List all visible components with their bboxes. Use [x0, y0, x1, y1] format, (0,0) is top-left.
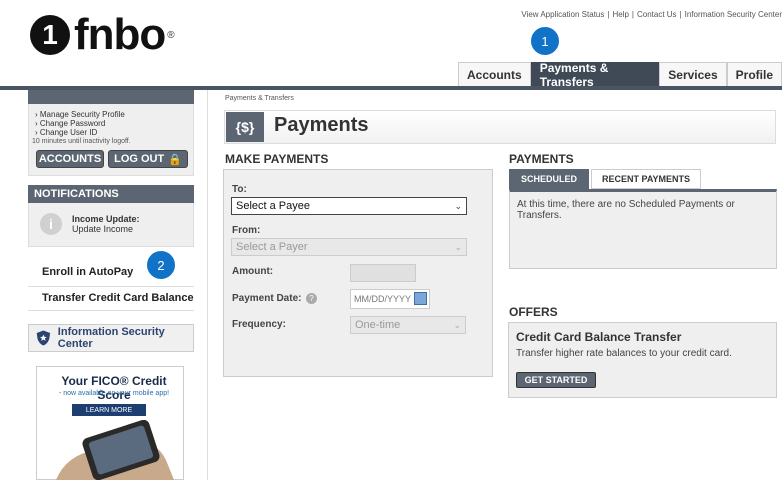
payments-heading: PAYMENTS	[509, 152, 574, 166]
page-title: Payments	[274, 114, 369, 136]
profile-links: › Manage Security Profile › Change Passw…	[35, 110, 125, 137]
link-label: Change User ID	[39, 128, 98, 137]
main-tabs: Accounts Payments & Transfers Services P…	[458, 61, 782, 89]
link-enroll-autopay[interactable]: Enroll in AutoPay	[42, 266, 133, 278]
fico-subtitle: - now available on your mobile app!	[58, 390, 170, 397]
link-application-status[interactable]: View Application Status	[521, 10, 604, 19]
top-links: View Application Status | Help | Contact Us |…	[521, 10, 782, 19]
chevron-down-icon: ⌄	[454, 241, 462, 252]
sidebar-border	[207, 90, 208, 480]
link-change-user-id[interactable]: › Change User ID	[35, 128, 125, 137]
link-help[interactable]: Help	[612, 10, 628, 19]
link-information-security-center[interactable]: Information Security Center	[685, 10, 782, 19]
phone-hand-image	[56, 420, 174, 480]
learn-more-button[interactable]: LEARN MORE	[72, 404, 146, 416]
payee-select[interactable]: Select a Payee ⌄	[231, 197, 467, 215]
payment-date-label: Payment Date:	[232, 293, 302, 304]
shield-icon	[36, 330, 51, 346]
accounts-button[interactable]: ACCOUNTS	[36, 150, 104, 168]
offer-title: Credit Card Balance Transfer	[516, 330, 682, 344]
logo-text: fnbo	[74, 10, 166, 59]
amount-label: Amount:	[232, 266, 274, 277]
information-security-center-button[interactable]: Information Security Center	[28, 324, 194, 352]
offers-heading: OFFERS	[509, 305, 558, 319]
inactivity-timeout-text: 10 minutes until inactivity logoff.	[32, 138, 131, 145]
link-label: Manage Security Profile	[39, 110, 125, 119]
fico-title: Your FICO® Credit Score	[61, 374, 167, 402]
get-started-button[interactable]: GET STARTED	[516, 372, 596, 388]
calendar-icon[interactable]	[414, 292, 427, 305]
info-icon: i	[40, 213, 62, 235]
payer-select[interactable]: Select a Payer ⌄	[231, 238, 467, 256]
chevron-down-icon: ⌄	[453, 319, 461, 330]
frequency-label: Frequency:	[232, 319, 286, 330]
payee-select-value: Select a Payee	[236, 200, 310, 212]
frequency-select[interactable]: One-time ⌄	[350, 316, 466, 334]
step-badge-2: 2	[144, 248, 178, 282]
amount-input[interactable]	[350, 264, 416, 282]
payer-select-placeholder: Select a Payer	[236, 241, 308, 253]
profile-panel-header	[28, 90, 194, 104]
to-label: To:	[232, 184, 247, 195]
step-badge-1: 1	[528, 24, 562, 58]
notification-text: Update Income	[72, 224, 134, 234]
logout-button[interactable]: LOG OUT 🔒	[108, 150, 188, 168]
frequency-value: One-time	[355, 319, 401, 331]
payments-icon: {$}	[226, 112, 264, 142]
tab-accounts[interactable]: Accounts	[458, 62, 531, 86]
fnbo-logo[interactable]: 1 fnbo ®	[30, 8, 175, 62]
tab-scheduled[interactable]: SCHEDULED	[509, 169, 589, 189]
logo-registered-mark: ®	[167, 29, 175, 41]
link-transfer-credit-card-balance[interactable]: Transfer Credit Card Balance	[42, 292, 194, 304]
notifications-title: NOTIFICATIONS	[28, 185, 194, 203]
tab-recent-payments[interactable]: RECENT PAYMENTS	[591, 169, 701, 189]
tab-services[interactable]: Services	[659, 62, 727, 86]
scheduled-empty-text: At this time, there are no Scheduled Pay…	[517, 199, 735, 221]
notification-item[interactable]: Income Update: Update Income	[72, 214, 140, 234]
make-payments-heading: MAKE PAYMENTS	[225, 152, 329, 166]
logo-mark: 1	[30, 15, 70, 55]
divider	[28, 286, 194, 287]
link-contact-us[interactable]: Contact Us	[637, 10, 677, 19]
chevron-down-icon: ⌄	[454, 200, 462, 211]
tab-payments-transfers[interactable]: Payments & Transfers	[530, 61, 660, 89]
breadcrumb[interactable]: Payments & Transfers	[225, 95, 294, 102]
link-change-password[interactable]: › Change Password	[35, 119, 125, 128]
tab-profile[interactable]: Profile	[726, 62, 782, 86]
link-label: Change Password	[39, 119, 106, 128]
help-icon[interactable]: ?	[306, 293, 317, 304]
divider	[28, 310, 194, 311]
isc-label: Information Security Center	[57, 326, 165, 350]
logout-label: LOG OUT	[114, 153, 165, 165]
offer-description: Transfer higher rate balances to your cr…	[516, 348, 732, 359]
link-manage-security-profile[interactable]: › Manage Security Profile	[35, 110, 125, 119]
from-label: From:	[232, 225, 261, 236]
lock-icon: 🔒	[168, 153, 182, 166]
notification-title: Income Update:	[72, 214, 140, 224]
